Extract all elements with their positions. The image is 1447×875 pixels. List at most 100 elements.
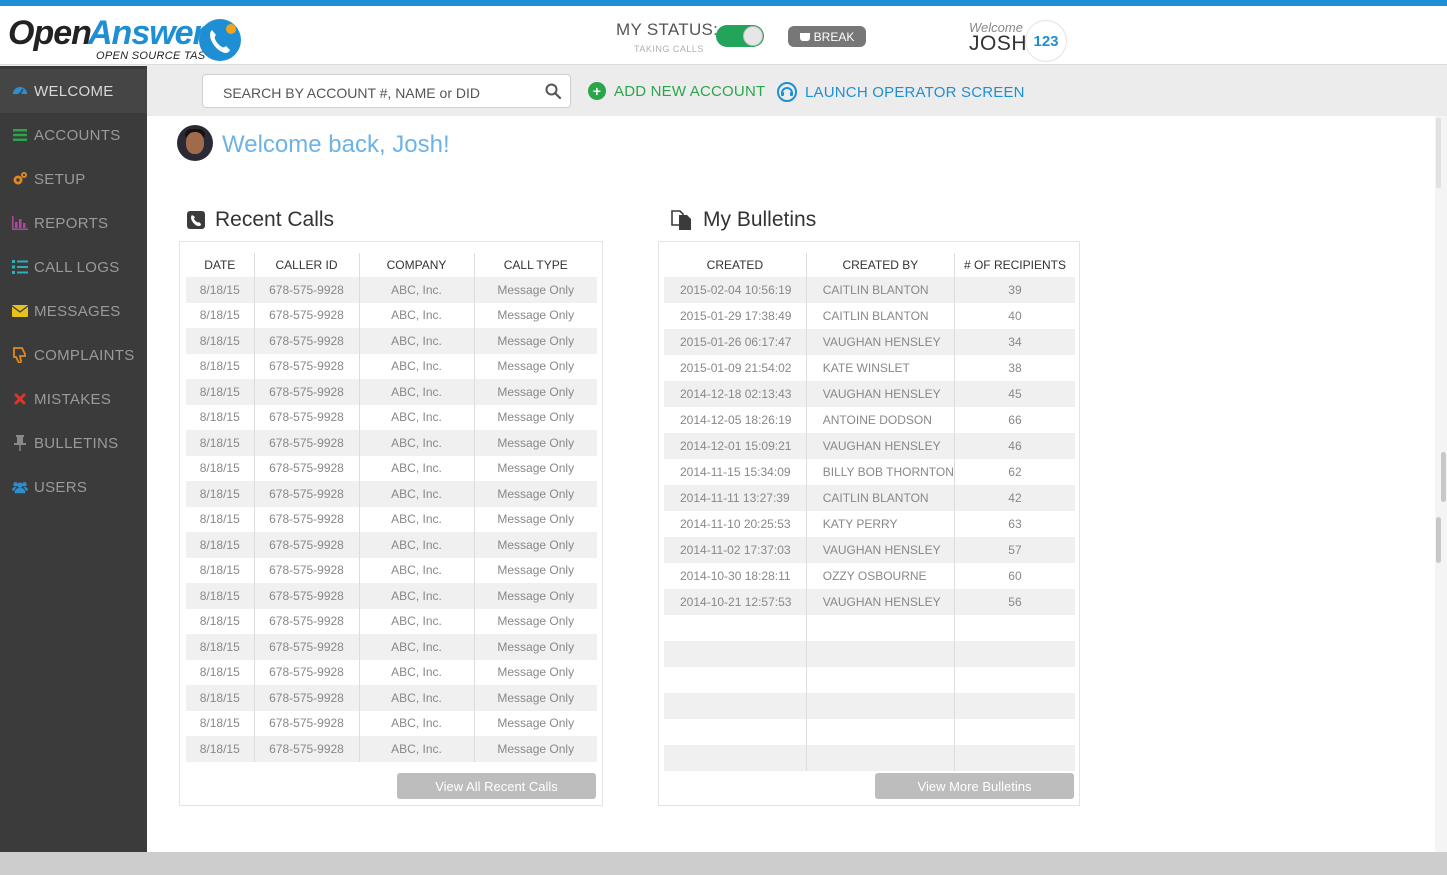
- table-row[interactable]: 8/18/15 678-575-9928 ABC, Inc. Message Only: [186, 532, 597, 558]
- documents-icon: [671, 210, 691, 230]
- table-row[interactable]: 2014-11-15 15:34:09 BILLY BOB THORNTON 62: [664, 459, 1075, 485]
- scrollbar-thumb-secondary[interactable]: [1436, 517, 1441, 563]
- table-row[interactable]: 8/18/15 678-575-9928 ABC, Inc. Message Only: [186, 404, 597, 430]
- add-new-account-label: ADD NEW ACCOUNT: [614, 82, 766, 100]
- table-row[interactable]: 8/18/15 678-575-9928 ABC, Inc. Message Only: [186, 634, 597, 660]
- table-cell: ABC, Inc.: [359, 557, 475, 583]
- extension-badge[interactable]: 123: [1025, 20, 1067, 62]
- table-row[interactable]: 8/18/15 678-575-9928 ABC, Inc. Message Only: [186, 455, 597, 481]
- table-row[interactable]: 8/18/15 678-575-9928 ABC, Inc. Message Only: [186, 557, 597, 583]
- view-all-recent-calls-button[interactable]: View All Recent Calls: [397, 773, 596, 799]
- table-cell: ABC, Inc.: [359, 404, 475, 430]
- table-row[interactable]: 8/18/15 678-575-9928 ABC, Inc. Message Only: [186, 430, 597, 456]
- table-row[interactable]: 8/18/15 678-575-9928 ABC, Inc. Message Only: [186, 685, 597, 711]
- table-cell: 678-575-9928: [254, 557, 360, 583]
- table-cell: ABC, Inc.: [359, 302, 475, 328]
- search-box: [202, 74, 571, 108]
- empty-table-row: [664, 615, 1075, 641]
- empty-cell: [664, 745, 807, 771]
- table-cell: 678-575-9928: [254, 379, 360, 405]
- logo[interactable]: Open Answer OPEN SOURCE TAS: [8, 14, 248, 62]
- table-row[interactable]: 2014-10-30 18:28:11 OZZY OSBOURNE 60: [664, 563, 1075, 589]
- table-cell: 8/18/15: [186, 710, 255, 736]
- table-row[interactable]: 2015-01-29 17:38:49 CAITLIN BLANTON 40: [664, 303, 1075, 329]
- sidebar-item-setup[interactable]: SETUP: [0, 157, 147, 201]
- table-cell: 678-575-9928: [254, 481, 360, 507]
- table-cell: 678-575-9928: [254, 685, 360, 711]
- empty-cell: [664, 719, 807, 745]
- table-row[interactable]: 8/18/15 678-575-9928 ABC, Inc. Message Only: [186, 736, 597, 762]
- break-label: BREAK: [813, 29, 855, 44]
- sidebar-item-label: WELCOME: [34, 82, 114, 100]
- sidebar-item-reports[interactable]: REPORTS: [0, 201, 147, 245]
- table-row[interactable]: 8/18/15 678-575-9928 ABC, Inc. Message Only: [186, 379, 597, 405]
- table-cell: Message Only: [474, 328, 597, 354]
- table-cell: VAUGHAN HENSLEY: [806, 433, 955, 459]
- table-row[interactable]: 8/18/15 678-575-9928 ABC, Inc. Message Only: [186, 710, 597, 736]
- table-cell: ABC, Inc.: [359, 634, 475, 660]
- table-cell: 8/18/15: [186, 608, 255, 634]
- table-cell: Message Only: [497, 410, 575, 425]
- sidebar-item-bulletins[interactable]: BULLETINS: [0, 421, 147, 465]
- table-cell: ABC, Inc.: [359, 608, 475, 634]
- table-cell: 2014-12-05 18:26:19: [664, 407, 807, 433]
- table-row[interactable]: 2014-11-11 13:27:39 CAITLIN BLANTON 42: [664, 485, 1075, 511]
- view-more-bulletins-button[interactable]: View More Bulletins: [875, 773, 1074, 799]
- search-icon[interactable]: [545, 83, 561, 99]
- table-cell: 8/18/15: [186, 353, 255, 379]
- my-bulletins-title: My Bulletins: [703, 208, 817, 231]
- sidebar-item-complaints[interactable]: COMPLAINTS: [0, 333, 147, 377]
- table-cell: ABC, Inc.: [359, 659, 475, 685]
- add-new-account-link[interactable]: + ADD NEW ACCOUNT: [588, 82, 765, 100]
- table-cell: 8/18/15: [186, 506, 255, 532]
- table-cell: KATY PERRY: [806, 511, 955, 537]
- status-toggle[interactable]: [716, 25, 764, 47]
- table-row[interactable]: 2015-01-09 21:54:02 KATE WINSLET 38: [664, 355, 1075, 381]
- table-cell: 678-575-9928: [254, 634, 360, 660]
- gears-icon: [12, 171, 28, 187]
- table-row[interactable]: 8/18/15 678-575-9928 ABC, Inc. Message Only: [186, 481, 597, 507]
- sidebar-item-welcome[interactable]: WELCOME: [0, 69, 155, 113]
- avatar[interactable]: [177, 125, 213, 161]
- table-row[interactable]: 2015-01-26 06:17:47 VAUGHAN HENSLEY 34: [664, 329, 1075, 355]
- table-cell: VAUGHAN HENSLEY: [806, 329, 955, 355]
- launch-operator-screen-link[interactable]: LAUNCH OPERATOR SCREEN: [777, 82, 1025, 102]
- table-cell: 8/18/15: [186, 659, 255, 685]
- table-row[interactable]: 8/18/15 678-575-9928 ABC, Inc. Message Only: [186, 302, 597, 328]
- table-cell: 8/18/15: [186, 481, 255, 507]
- sidebar-item-messages[interactable]: MESSAGES: [0, 289, 147, 333]
- table-cell: 8/18/15: [186, 328, 255, 354]
- sidebar-item-mistakes[interactable]: MISTAKES: [0, 377, 147, 421]
- table-row[interactable]: 8/18/15 678-575-9928 ABC, Inc. Message Only: [186, 659, 597, 685]
- table-row[interactable]: 8/18/15 678-575-9928 ABC, Inc. Message Only: [186, 506, 597, 532]
- thumbs-down-icon: [12, 347, 28, 363]
- table-row[interactable]: 2014-12-01 15:09:21 VAUGHAN HENSLEY 46: [664, 433, 1075, 459]
- logo-text-answer: Answer: [88, 14, 206, 52]
- table-row[interactable]: 8/18/15 678-575-9928 ABC, Inc. Message Only: [186, 277, 597, 303]
- table-row[interactable]: 2014-11-10 20:25:53 KATY PERRY 63: [664, 511, 1075, 537]
- table-row[interactable]: 8/18/15 678-575-9928 ABC, Inc. Message Only: [186, 608, 597, 634]
- table-cell: ABC, Inc.: [359, 685, 475, 711]
- table-cell: Message Only: [497, 461, 575, 476]
- table-row[interactable]: 2015-02-04 10:56:19 CAITLIN BLANTON 39: [664, 277, 1075, 303]
- table-row[interactable]: 2014-12-05 18:26:19 ANTOINE DODSON 66: [664, 407, 1075, 433]
- table-row[interactable]: 8/18/15 678-575-9928 ABC, Inc. Message Only: [186, 353, 597, 379]
- recent-calls-heading: Recent Calls: [187, 208, 334, 232]
- search-input[interactable]: [221, 81, 535, 105]
- sidebar-item-accounts[interactable]: ACCOUNTS: [0, 113, 147, 157]
- scrollbar-thumb[interactable]: [1441, 452, 1446, 502]
- sidebar-item-call-logs[interactable]: CALL LOGS: [0, 245, 147, 289]
- sidebar-item-label: REPORTS: [34, 214, 109, 232]
- table-row[interactable]: 2014-10-21 12:57:53 VAUGHAN HENSLEY 56: [664, 589, 1075, 615]
- table-cell: Message Only: [474, 379, 597, 405]
- column-header: CALLER ID: [254, 253, 360, 277]
- header: Open Answer OPEN SOURCE TAS MY STATUS: T…: [0, 6, 1447, 65]
- table-cell: BILLY BOB THORNTON: [806, 459, 955, 485]
- break-button[interactable]: BREAK: [788, 26, 866, 47]
- table-row[interactable]: 2014-12-18 02:13:43 VAUGHAN HENSLEY 45: [664, 381, 1075, 407]
- table-row[interactable]: 8/18/15 678-575-9928 ABC, Inc. Message Only: [186, 328, 597, 354]
- table-row[interactable]: 2014-11-02 17:37:03 VAUGHAN HENSLEY 57: [664, 537, 1075, 563]
- sidebar-item-users[interactable]: USERS: [0, 465, 147, 509]
- envelope-icon: [12, 303, 28, 319]
- table-row[interactable]: 8/18/15 678-575-9928 ABC, Inc. Message Only: [186, 583, 597, 609]
